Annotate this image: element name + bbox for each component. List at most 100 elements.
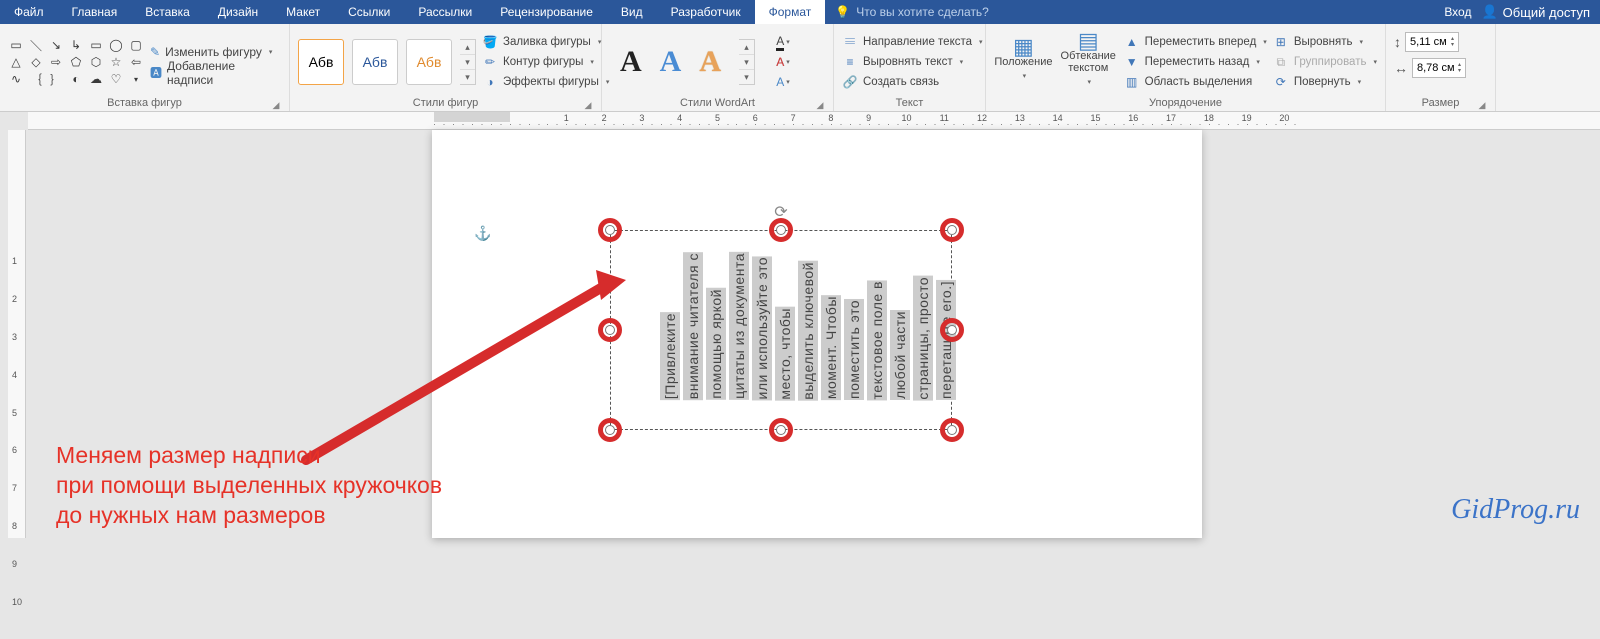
up-icon[interactable]: ▴ [739,40,754,55]
selection-pane-button[interactable]: ▥Область выделения [1124,73,1267,91]
horizontal-ruler[interactable]: 1234567891011121314151617181920 [28,112,1600,130]
textbox-line: [Привлеките [660,312,680,400]
style-preset-3[interactable]: Абв [406,39,452,85]
more-icon[interactable]: ▾ [460,70,475,84]
wordart-gallery[interactable]: A A A ▴▾▾ [610,39,765,85]
shapes-gallery[interactable]: ▭ ＼ ↘ ↳ ▭ ◯ ▢ △ ◇ ⇨ ⬠ ⬡ ☆ ⇦ ∿ ｛ ｝ ◐ ☁ ♡ ▾ [8,38,144,86]
shape-effects-button[interactable]: ◑Эффекты фигуры▾ [482,73,609,91]
more-icon[interactable]: ▾ [739,70,754,84]
height-spinner[interactable]: ▴▾ [1451,36,1454,48]
edit-shape-icon: ✎ [150,45,160,59]
shape-arrowl-icon[interactable]: ⇦ [128,55,144,69]
create-link-button[interactable]: 🔗Создать связь [842,73,983,91]
shape-outline-button[interactable]: ✏Контур фигуры▾ [482,53,609,71]
tab-view[interactable]: Вид [607,0,657,24]
textbox-line: страницы, просто [913,276,933,401]
wrap-icon: ▤ [1078,35,1099,47]
shape-more-icon[interactable]: ▾ [128,72,144,86]
login-link[interactable]: Вход [1444,5,1471,19]
align-icon: ⊞ [1273,35,1289,49]
shape-fill-button[interactable]: 🪣Заливка фигуры▾ [482,33,609,51]
text-direction-button[interactable]: 𝄘Направление текста▾ [842,33,983,51]
position-button[interactable]: ▦ Положение▾ [994,41,1053,83]
shape-oval-icon[interactable]: ◯ [108,38,124,52]
wordart-scroll[interactable]: ▴▾▾ [739,39,755,85]
tab-file[interactable]: Файл [0,0,58,24]
tab-format[interactable]: Формат [755,0,826,24]
tab-layout[interactable]: Макет [272,0,334,24]
tab-review[interactable]: Рецензирование [486,0,607,24]
align-button[interactable]: ⊞Выровнять▾ [1273,33,1377,51]
style-preset-1[interactable]: Абв [298,39,344,85]
shape-brace2-icon[interactable]: ｝ [48,72,64,86]
shape-pentagon-icon[interactable]: ⬠ [68,55,84,69]
shape-cloud-icon[interactable]: ☁ [88,72,104,86]
selected-textbox[interactable]: ⟳ [Привлекитевнимание читателя спомощью … [610,230,952,430]
wordart-preset-2[interactable]: A [660,45,682,79]
shape-diamond-icon[interactable]: ◇ [28,55,44,69]
tell-me[interactable]: 💡 Что вы хотите сделать? [825,0,999,24]
up-icon[interactable]: ▴ [460,40,475,55]
gallery-scroll[interactable]: ▴▾▾ [460,39,476,85]
text-effects-button[interactable]: A▾ [771,73,795,91]
text-fill-button[interactable]: A▾ [771,33,795,51]
annotation-text: Меняем размер надписи при помощи выделен… [56,440,442,530]
wordart-preset-3[interactable]: A [699,45,721,79]
launcher-icon[interactable]: ◢ [271,100,281,110]
width-icon: ↔ [1394,60,1408,76]
shape-brace-icon[interactable]: ｛ [28,72,44,86]
launcher-icon[interactable]: ◢ [583,100,593,110]
wordart-preset-1[interactable]: A [620,45,642,79]
draw-textbox-button[interactable]: 🅰Добавление надписи [150,64,281,82]
text-outline-button[interactable]: A▾ [771,53,795,71]
edit-shape-label: Изменить фигуру [165,45,262,59]
tab-references[interactable]: Ссылки [334,0,404,24]
bring-forward-label: Переместить вперед [1145,36,1257,48]
shape-style-gallery[interactable]: Абв Абв Абв ▴▾▾ [298,39,476,85]
shape-rrect-icon[interactable]: ▢ [128,38,144,52]
launcher-icon[interactable]: ◢ [815,100,825,110]
group-button: ⧉Группировать▾ [1273,53,1377,71]
document-area[interactable]: ⚓ ⟳ [Привлекитевнимание читателя спомощь… [26,130,1600,538]
tab-mailings[interactable]: Рассылки [404,0,486,24]
wrap-text-button[interactable]: ▤ Обтекание текстом▾ [1059,35,1118,89]
textbox-line: или используйте это [752,256,772,400]
shape-textbox-icon[interactable]: ▭ [8,38,24,52]
shape-hexagon-icon[interactable]: ⬡ [88,55,104,69]
shape-line-icon[interactable]: ＼ [28,38,44,52]
group-label: Группировать [1294,56,1367,68]
tab-insert[interactable]: Вставка [131,0,204,24]
shape-curve-icon[interactable]: ∿ [8,72,24,86]
tab-home[interactable]: Главная [58,0,132,24]
shape-rect-icon[interactable]: ▭ [88,38,104,52]
tab-developer[interactable]: Разработчик [657,0,755,24]
vertical-ruler[interactable]: 12345678910 [8,130,26,538]
width-spinner[interactable]: ▴▾ [1458,62,1461,74]
shape-triangle-icon[interactable]: △ [8,55,24,69]
shape-arrow-icon[interactable]: ⇨ [48,55,64,69]
annotation-line-2: при помощи выделенных кружочков [56,470,442,500]
launcher-icon[interactable]: ◢ [1477,100,1487,110]
shape-callout-icon[interactable]: ◐ [68,72,84,86]
share-button[interactable]: 👤 Общий доступ [1481,4,1590,20]
down-icon[interactable]: ▾ [460,55,475,70]
textbox-line: помощью яркой [706,288,726,400]
textbox-line: момент. Чтобы [821,295,841,400]
send-backward-button[interactable]: ▼Переместить назад▾ [1124,53,1267,71]
bring-forward-button[interactable]: ▲Переместить вперед▾ [1124,33,1267,51]
width-input[interactable]: 8,78 см▴▾ [1412,58,1466,78]
shape-connector-icon[interactable]: ↳ [68,38,84,52]
align-text-button[interactable]: ≡Выровнять текст▾ [842,53,983,71]
shape-heart-icon[interactable]: ♡ [108,72,124,86]
tab-design[interactable]: Дизайн [204,0,272,24]
shape-line2-icon[interactable]: ↘ [48,38,64,52]
textbox-line: цитаты из документа [729,252,749,400]
rotate-button[interactable]: ⟳Повернуть▾ [1273,73,1377,91]
height-input[interactable]: 5,11 см▴▾ [1405,32,1459,52]
style-preset-2[interactable]: Абв [352,39,398,85]
down-icon[interactable]: ▾ [739,55,754,70]
align-text-label: Выровнять текст [863,56,953,68]
shape-star-icon[interactable]: ☆ [108,55,124,69]
textbox-line: место, чтобы [775,307,795,401]
textbox-icon: 🅰 [150,64,162,81]
